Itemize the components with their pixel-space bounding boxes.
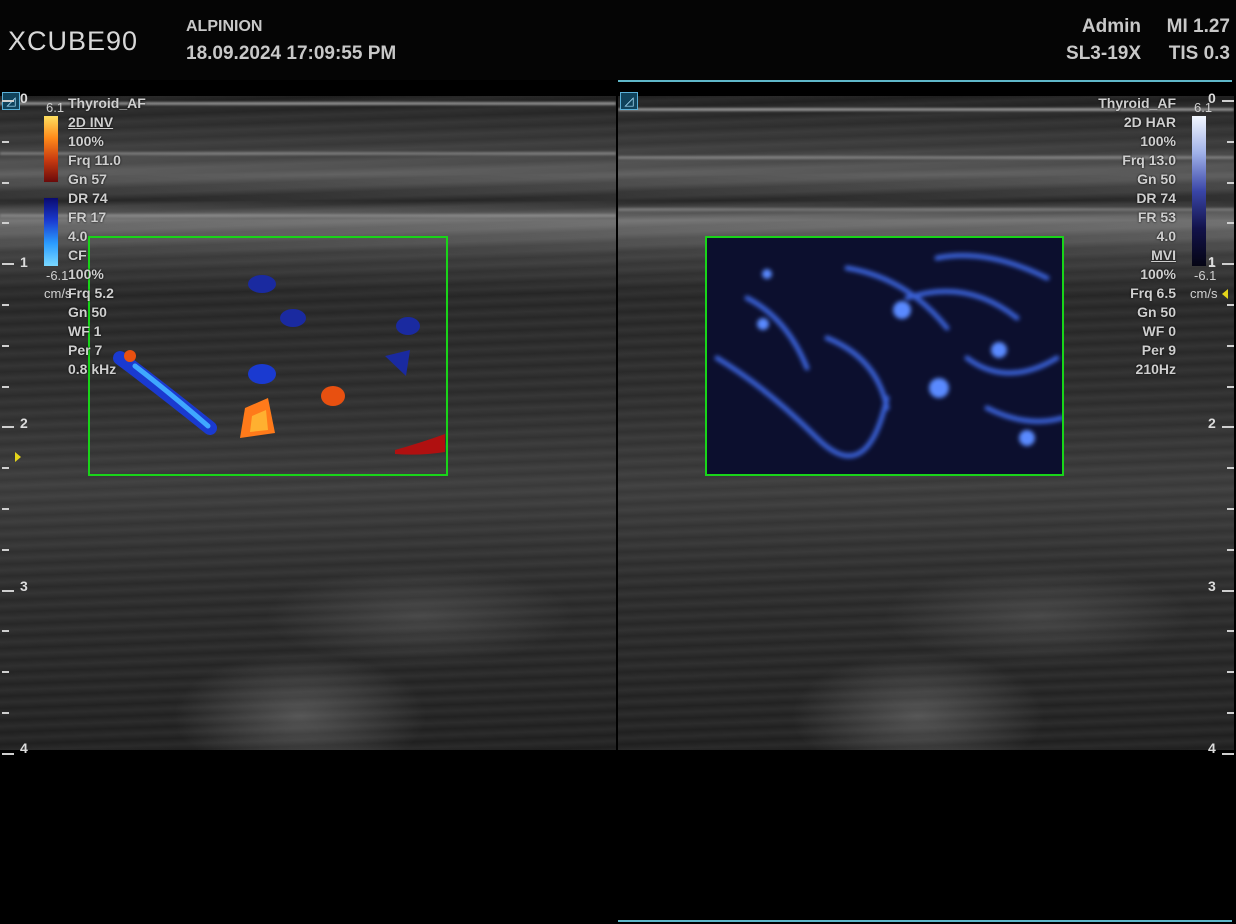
depth-label: 2: [20, 415, 28, 431]
depth-tick: [1227, 671, 1234, 673]
frame-rate-value: FR 17: [68, 209, 107, 225]
depth-tick: [1222, 263, 1234, 265]
depth-tick: [2, 100, 14, 102]
depth-value: 4.0: [68, 228, 88, 244]
mvi-mode-label: MVI: [1151, 247, 1176, 263]
color-frequency-value: Frq 5.2: [68, 285, 114, 301]
depth-tick: [1227, 467, 1234, 469]
right-imaging-parameters: Thyroid_AF 2D HAR 100% Frq 13.0 Gn 50 DR…: [1098, 94, 1176, 379]
frame-rate-value: FR 53: [1137, 209, 1176, 225]
frequency-value: Frq 11.0: [68, 152, 121, 168]
depth-tick: [1222, 426, 1234, 428]
depth-tick: [1222, 753, 1234, 755]
depth-tick: [1227, 345, 1234, 347]
depth-label: 1: [20, 254, 28, 270]
persistence-value: Per 7: [68, 342, 103, 358]
focus-marker-icon[interactable]: [1222, 289, 1228, 299]
mvi-power-value: 100%: [1140, 266, 1176, 282]
exam-datetime: 18.09.2024 17:09:55 PM: [186, 43, 397, 64]
user-name: Admin: [1081, 16, 1141, 37]
depth-tick: [2, 263, 14, 265]
mode-label: 2D HAR: [1123, 114, 1176, 130]
scale-unit-label: cm/s: [1190, 286, 1218, 301]
depth-tick: [2, 222, 9, 224]
depth-label: 2: [1208, 415, 1216, 431]
depth-label: 0: [1208, 90, 1216, 106]
gain-value: Gn 50: [1137, 171, 1176, 187]
mvi-roi-box[interactable]: [705, 236, 1065, 476]
depth-tick: [2, 386, 9, 388]
depth-tick: [1227, 304, 1234, 306]
depth-tick: [2, 753, 14, 755]
depth-tick: [1227, 182, 1234, 184]
depth-tick: [1222, 590, 1234, 592]
depth-label: 3: [20, 578, 28, 594]
depth-tick: [2, 467, 9, 469]
depth-value: 4.0: [1156, 228, 1176, 244]
frequency-value: Frq 13.0: [1122, 152, 1176, 168]
wall-filter-value: WF 0: [1142, 323, 1176, 339]
scale-max-label: 6.1: [46, 100, 65, 115]
power-value: 100%: [1140, 133, 1176, 149]
active-pane-frame-top: [618, 80, 1232, 82]
depth-label: 4: [1208, 740, 1216, 756]
color-mode-label: CF: [68, 247, 87, 263]
depth-label: 3: [1208, 578, 1216, 594]
velocity-colorbar-negative: [44, 198, 58, 266]
depth-tick: [1227, 222, 1234, 224]
depth-tick: [2, 712, 9, 714]
depth-tick: [1227, 630, 1234, 632]
depth-tick: [2, 345, 9, 347]
mvi-gain-value: Gn 50: [1137, 304, 1176, 320]
thermal-index: TIS 0.3: [1168, 43, 1230, 64]
depth-tick: [1227, 712, 1234, 714]
persistence-value: Per 9: [1141, 342, 1176, 358]
dynamic-range-value: DR 74: [1136, 190, 1176, 206]
left-imaging-parameters: Thyroid_AF 2D INV 100% Frq 11.0 Gn 57 DR…: [68, 94, 146, 379]
depth-label: 1: [1208, 254, 1216, 270]
power-value: 100%: [68, 133, 104, 149]
dynamic-range-value: DR 74: [68, 190, 108, 206]
prf-value: 0.8 kHz: [68, 361, 117, 377]
mvi-frequency-value: Frq 6.5: [1130, 285, 1176, 301]
manufacturer-label: ALPINION: [186, 18, 263, 35]
preset-name: Thyroid_AF: [1098, 95, 1176, 111]
depth-tick: [2, 304, 9, 306]
active-pane-frame-bottom: [618, 920, 1232, 922]
scale-unit-label: cm/s: [44, 286, 72, 301]
depth-tick: [2, 141, 9, 143]
scale-min-label: -6.1: [1194, 268, 1217, 283]
depth-label: 0: [20, 90, 28, 106]
focus-marker-icon[interactable]: [15, 452, 21, 462]
depth-label: 4: [20, 740, 28, 756]
probe-name: SL3-19X: [1066, 43, 1141, 64]
system-logo: XCUBE90: [8, 26, 139, 56]
mode-label: 2D INV: [68, 114, 114, 130]
depth-tick: [2, 630, 9, 632]
preset-name: Thyroid_AF: [68, 95, 146, 111]
depth-tick: [1227, 386, 1234, 388]
depth-tick: [2, 590, 14, 592]
depth-tick: [2, 508, 9, 510]
depth-tick: [1222, 100, 1234, 102]
depth-tick: [1227, 549, 1234, 551]
gain-value: Gn 57: [68, 171, 107, 187]
depth-tick: [2, 549, 9, 551]
wall-filter-value: WF 1: [68, 323, 102, 339]
pane-select-icon[interactable]: ◿: [620, 92, 638, 110]
depth-tick: [1227, 508, 1234, 510]
header-bar: XCUBE90 ALPINION 18.09.2024 17:09:55 PM …: [0, 0, 1236, 80]
color-power-value: 100%: [68, 266, 104, 282]
depth-tick: [2, 671, 9, 673]
scale-min-label: -6.1: [46, 268, 69, 283]
mvi-flow-overlay: [714, 253, 1065, 459]
prf-value: 210Hz: [1135, 361, 1176, 377]
depth-tick: [2, 426, 14, 428]
mechanical-index: MI 1.27: [1166, 16, 1230, 37]
mvi-intensity-colorbar: [1192, 116, 1206, 266]
depth-tick: [2, 182, 9, 184]
velocity-colorbar-positive: [44, 116, 58, 182]
color-gain-value: Gn 50: [68, 304, 107, 320]
depth-tick: [1227, 141, 1234, 143]
